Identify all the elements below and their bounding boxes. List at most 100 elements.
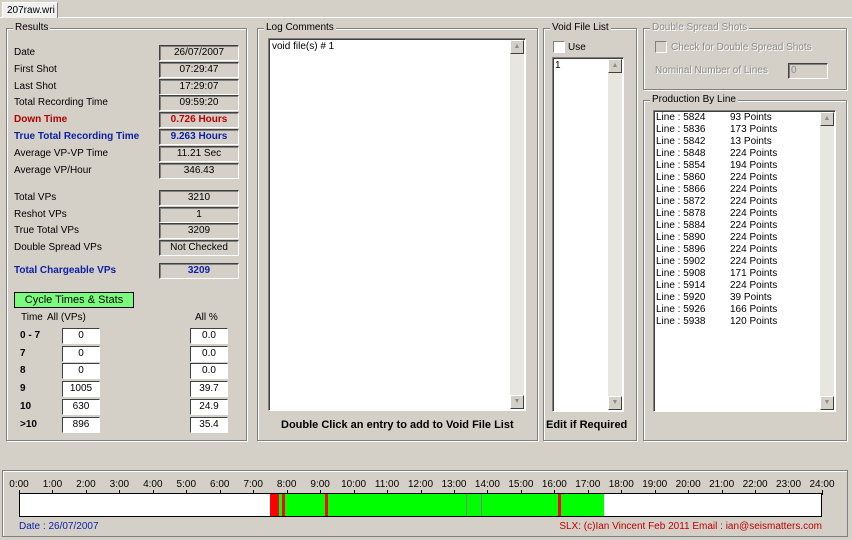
production-line: Line : 5866 — [656, 184, 706, 195]
cycle-all-field[interactable]: 0 — [62, 345, 100, 362]
cycle-header-all: All (VPs) — [47, 312, 86, 323]
result-label: Average VP/Hour — [14, 164, 92, 176]
cycle-times-button[interactable]: Cycle Times & Stats — [14, 292, 134, 308]
timeline-hour-label: 23:00 — [776, 479, 802, 490]
timeline-hour-label: 9:00 — [310, 479, 330, 490]
timeline-hour-label: 15:00 — [508, 479, 534, 490]
void-file-scrollbar[interactable]: ▲ ▼ — [608, 59, 622, 410]
result-label: First Shot — [14, 63, 57, 75]
timeline-divider — [480, 494, 482, 516]
production-line: Line : 5854 — [656, 160, 706, 171]
void-file-caption: Edit if Required — [546, 419, 628, 431]
cycle-pct-field[interactable]: 39.7 — [190, 381, 228, 398]
cycle-all-field[interactable]: 0 — [62, 328, 100, 344]
scroll-up-icon[interactable]: ▲ — [608, 59, 622, 73]
production-points: 224 Points — [730, 184, 778, 195]
scroll-down-icon[interactable]: ▼ — [510, 395, 524, 409]
production-line: Line : 5872 — [656, 196, 706, 207]
results-title: Results — [13, 22, 51, 33]
production-line: Line : 5848 — [656, 148, 706, 159]
production-points: 224 Points — [730, 244, 778, 255]
timeline-hour-label: 16:00 — [541, 479, 567, 490]
double-spread-checkbox[interactable] — [655, 41, 667, 53]
log-comments-caption: Double Click an entry to add to Void Fil… — [281, 419, 514, 431]
production-line: Line : 5920 — [656, 292, 706, 303]
cycle-pct-field[interactable]: 0.0 — [190, 345, 228, 362]
result-label: True Total Recording Time — [14, 131, 140, 142]
timeline-active-span — [269, 494, 605, 516]
timeline-hour-label: 21:00 — [709, 479, 735, 490]
production-points: 13 Points — [730, 136, 772, 147]
cycle-pct-field[interactable]: 35.4 — [190, 416, 228, 433]
production-points: 194 Points — [730, 160, 778, 171]
tab-file[interactable]: 207raw.wri — [2, 2, 58, 18]
double-spread-check-label: Check for Double Spread Shots — [671, 42, 812, 53]
cycle-all-field[interactable]: 1005 — [62, 381, 100, 398]
result-label: Last Shot — [14, 80, 57, 92]
cycle-all-field[interactable]: 896 — [62, 416, 100, 433]
cycle-all-field[interactable]: 0 — [62, 363, 100, 380]
production-points: 39 Points — [730, 292, 772, 303]
timeline-hour-label: 18:00 — [608, 479, 634, 490]
timeline-hour-label: 14:00 — [474, 479, 500, 490]
result-label: Average VP-VP Time — [14, 147, 109, 159]
use-checkbox[interactable] — [553, 41, 565, 53]
nominal-lines-label: Nominal Number of Lines — [655, 65, 768, 76]
timeline-hour-label: 12:00 — [407, 479, 434, 490]
nominal-lines-input[interactable]: 0 — [788, 63, 828, 79]
timeline-tick — [822, 490, 823, 495]
cycle-pct-field[interactable]: 0.0 — [190, 328, 228, 344]
timeline-down-span — [269, 494, 279, 516]
scroll-down-icon[interactable]: ▼ — [608, 396, 622, 410]
cycle-time-label: 10 — [20, 400, 32, 412]
production-line: Line : 5914 — [656, 280, 706, 291]
result-value: 26/07/2007 — [159, 45, 239, 61]
result-value: 11.21 Sec — [159, 145, 239, 162]
production-points: 224 Points — [730, 256, 778, 267]
cycle-time-label: 9 — [20, 383, 26, 395]
production-points: 173 Points — [730, 124, 778, 135]
production-line: Line : 5896 — [656, 244, 706, 255]
chargeable-label: Total Chargeable VPs — [14, 265, 117, 276]
scroll-down-icon[interactable]: ▼ — [820, 396, 834, 410]
timeline-hour-label: 22:00 — [742, 479, 768, 490]
log-comments-memo[interactable]: void file(s) # 1 ▲ ▼ — [268, 38, 526, 411]
log-comments-title: Log Comments — [264, 22, 336, 33]
vp-value: 3210 — [159, 190, 239, 206]
timeline-down-span — [325, 494, 329, 516]
timeline-hour-label: 1:00 — [42, 479, 63, 490]
production-line: Line : 5842 — [656, 136, 706, 147]
production-points: 120 Points — [730, 316, 778, 327]
production-line: Line : 5824 — [656, 112, 706, 123]
cycle-pct-field[interactable]: 0.0 — [190, 363, 228, 380]
vp-value: Not Checked — [159, 240, 239, 257]
scroll-up-icon[interactable]: ▲ — [820, 112, 834, 126]
cycle-all-field[interactable]: 630 — [62, 398, 100, 415]
timeline-hour-label: 6:00 — [210, 479, 230, 490]
cycle-header-time: Time — [21, 312, 43, 323]
production-points: 224 Points — [730, 196, 778, 207]
production-points: 224 Points — [730, 208, 778, 219]
timeline-hour-label: 4:00 — [143, 479, 163, 490]
production-points: 224 Points — [730, 172, 778, 183]
use-label: Use — [568, 42, 586, 53]
cycle-pct-field[interactable]: 24.9 — [190, 398, 228, 415]
production-line: Line : 5938 — [656, 316, 706, 327]
timeline-down-span — [557, 494, 561, 516]
log-comments-scrollbar[interactable]: ▲ ▼ — [510, 40, 524, 409]
production-points: 224 Points — [730, 232, 778, 243]
result-label: Date — [14, 47, 36, 58]
double-spread-group: Double Spread Shots — [643, 22, 847, 90]
production-line: Line : 5836 — [656, 124, 706, 135]
timeline-date: Date : 26/07/2007 — [19, 521, 99, 532]
timeline-hour-label: 11:00 — [374, 479, 400, 490]
production-scrollbar[interactable]: ▲ ▼ — [820, 112, 834, 410]
timeline-hour-label: 2:00 — [76, 479, 96, 490]
production-points: 224 Points — [730, 148, 778, 159]
scroll-up-icon[interactable]: ▲ — [510, 40, 524, 54]
result-label: Down Time — [14, 114, 68, 126]
timeline-hour-label: 5:00 — [176, 479, 197, 490]
timeline-hour-label: 10:00 — [341, 479, 367, 490]
void-file-memo[interactable]: 1 ▲ ▼ — [552, 57, 624, 412]
timeline-hour-label: 17:00 — [575, 479, 601, 490]
